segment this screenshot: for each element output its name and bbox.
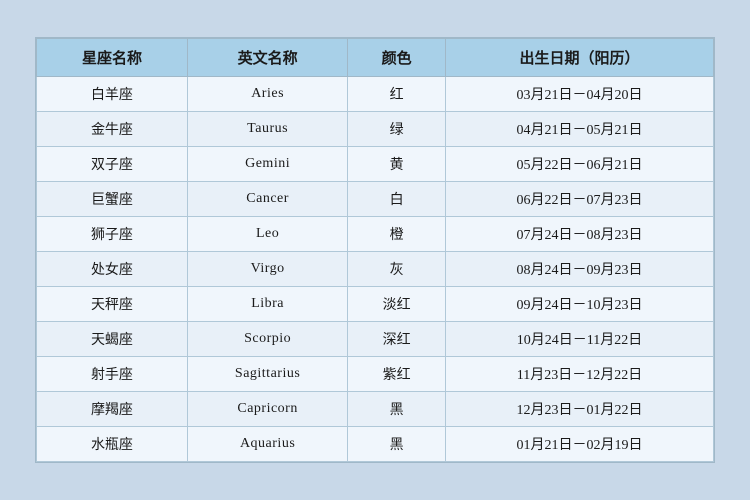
cell-chinese-name: 双子座 [37, 147, 188, 182]
cell-english-name: Libra [187, 287, 347, 322]
cell-dates: 07月24日－08月23日 [445, 217, 713, 252]
header-english-name: 英文名称 [187, 39, 347, 77]
table-row: 射手座Sagittarius紫红11月23日－12月22日 [37, 357, 714, 392]
cell-chinese-name: 巨蟹座 [37, 182, 188, 217]
cell-dates: 08月24日－09月23日 [445, 252, 713, 287]
table-row: 天蝎座Scorpio深红10月24日－11月22日 [37, 322, 714, 357]
cell-color: 淡红 [348, 287, 446, 322]
cell-color: 白 [348, 182, 446, 217]
table-row: 摩羯座Capricorn黑12月23日－01月22日 [37, 392, 714, 427]
cell-chinese-name: 摩羯座 [37, 392, 188, 427]
cell-color: 深红 [348, 322, 446, 357]
header-chinese-name: 星座名称 [37, 39, 188, 77]
cell-english-name: Capricorn [187, 392, 347, 427]
cell-english-name: Taurus [187, 112, 347, 147]
table-body: 白羊座Aries红03月21日－04月20日金牛座Taurus绿04月21日－0… [37, 77, 714, 462]
header-dates: 出生日期（阳历） [445, 39, 713, 77]
cell-english-name: Cancer [187, 182, 347, 217]
cell-color: 黄 [348, 147, 446, 182]
cell-color: 橙 [348, 217, 446, 252]
table-row: 狮子座Leo橙07月24日－08月23日 [37, 217, 714, 252]
cell-color: 红 [348, 77, 446, 112]
cell-dates: 11月23日－12月22日 [445, 357, 713, 392]
cell-color: 黑 [348, 392, 446, 427]
cell-english-name: Sagittarius [187, 357, 347, 392]
cell-color: 黑 [348, 427, 446, 462]
table-row: 水瓶座Aquarius黑01月21日－02月19日 [37, 427, 714, 462]
cell-color: 灰 [348, 252, 446, 287]
zodiac-table: 星座名称 英文名称 颜色 出生日期（阳历） 白羊座Aries红03月21日－04… [36, 38, 714, 462]
cell-chinese-name: 金牛座 [37, 112, 188, 147]
cell-english-name: Aquarius [187, 427, 347, 462]
table-header-row: 星座名称 英文名称 颜色 出生日期（阳历） [37, 39, 714, 77]
cell-chinese-name: 天蝎座 [37, 322, 188, 357]
table-row: 处女座Virgo灰08月24日－09月23日 [37, 252, 714, 287]
table-row: 金牛座Taurus绿04月21日－05月21日 [37, 112, 714, 147]
cell-color: 绿 [348, 112, 446, 147]
cell-color: 紫红 [348, 357, 446, 392]
table-row: 巨蟹座Cancer白06月22日－07月23日 [37, 182, 714, 217]
cell-english-name: Gemini [187, 147, 347, 182]
cell-english-name: Virgo [187, 252, 347, 287]
cell-english-name: Aries [187, 77, 347, 112]
cell-dates: 03月21日－04月20日 [445, 77, 713, 112]
table-row: 天秤座Libra淡红09月24日－10月23日 [37, 287, 714, 322]
cell-chinese-name: 狮子座 [37, 217, 188, 252]
cell-dates: 04月21日－05月21日 [445, 112, 713, 147]
header-color: 颜色 [348, 39, 446, 77]
cell-chinese-name: 白羊座 [37, 77, 188, 112]
cell-dates: 05月22日－06月21日 [445, 147, 713, 182]
table-row: 双子座Gemini黄05月22日－06月21日 [37, 147, 714, 182]
cell-dates: 10月24日－11月22日 [445, 322, 713, 357]
cell-chinese-name: 天秤座 [37, 287, 188, 322]
cell-dates: 01月21日－02月19日 [445, 427, 713, 462]
zodiac-table-container: 星座名称 英文名称 颜色 出生日期（阳历） 白羊座Aries红03月21日－04… [35, 37, 715, 463]
cell-dates: 09月24日－10月23日 [445, 287, 713, 322]
cell-chinese-name: 水瓶座 [37, 427, 188, 462]
cell-english-name: Leo [187, 217, 347, 252]
cell-dates: 12月23日－01月22日 [445, 392, 713, 427]
cell-chinese-name: 射手座 [37, 357, 188, 392]
cell-dates: 06月22日－07月23日 [445, 182, 713, 217]
table-row: 白羊座Aries红03月21日－04月20日 [37, 77, 714, 112]
cell-chinese-name: 处女座 [37, 252, 188, 287]
cell-english-name: Scorpio [187, 322, 347, 357]
